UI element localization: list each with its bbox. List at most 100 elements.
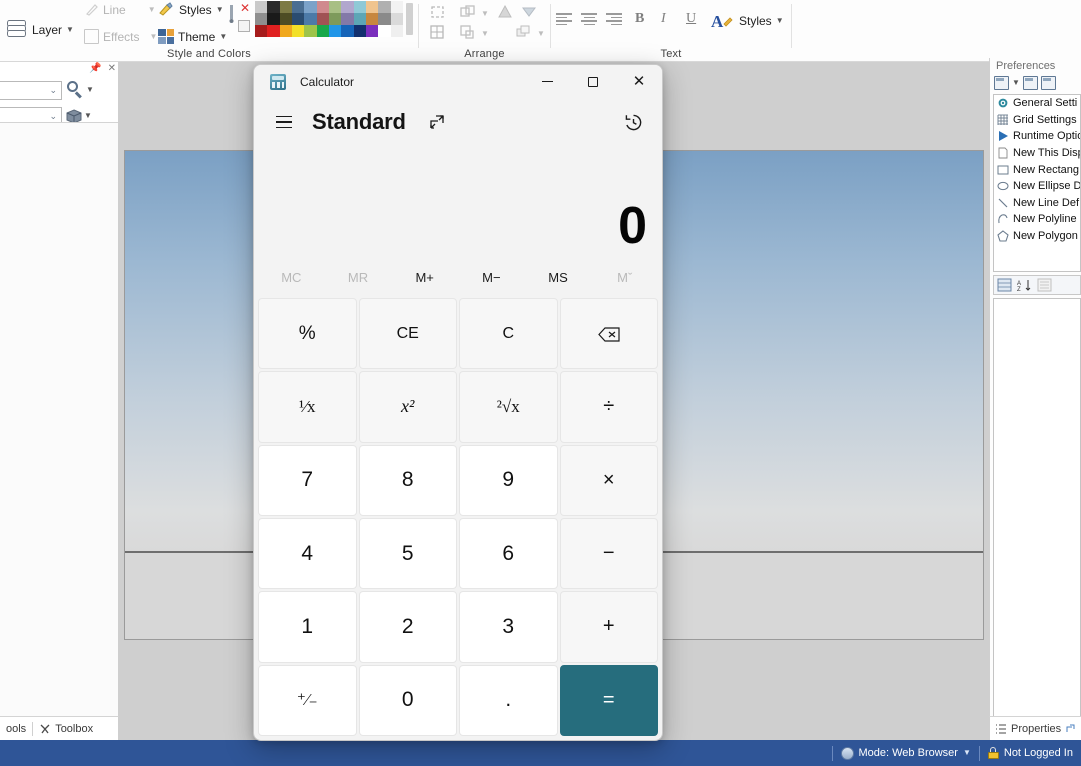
multiply-button[interactable]: × <box>559 444 658 516</box>
palette-swatch[interactable] <box>378 13 391 25</box>
five-button[interactable]: 5 <box>358 518 457 590</box>
no-color-icon[interactable]: ✕ <box>238 2 252 16</box>
palette-swatch[interactable] <box>328 25 342 37</box>
two-button[interactable]: 2 <box>358 591 457 663</box>
align-left-icon[interactable] <box>556 13 572 26</box>
palette-swatch[interactable] <box>255 25 268 37</box>
tab-toolbox[interactable]: Toolbox <box>33 717 99 740</box>
order-layers-icon[interactable] <box>515 24 532 40</box>
keep-on-top-icon[interactable] <box>424 109 450 135</box>
rotate-icon[interactable] <box>521 4 538 20</box>
palette-swatch[interactable] <box>304 25 317 37</box>
four-button[interactable]: 4 <box>258 518 357 590</box>
minimize-button[interactable] <box>524 65 570 98</box>
grid-align-icon[interactable] <box>429 24 446 40</box>
open-preference-icon[interactable] <box>1022 76 1038 90</box>
list-item[interactable]: New Line Def <box>994 195 1080 212</box>
one-button[interactable]: 1 <box>258 591 357 663</box>
palette-swatch[interactable] <box>353 13 366 25</box>
save-preference-icon[interactable] <box>1040 76 1056 90</box>
chevron-down-icon[interactable]: ▼ <box>776 17 784 25</box>
equals-button[interactable]: = <box>559 664 658 736</box>
status-login[interactable]: Not Logged In <box>987 747 1073 759</box>
properties-tab[interactable]: Properties <box>989 716 1081 740</box>
italic-button[interactable]: I <box>661 11 666 27</box>
color-tools[interactable]: ✕ <box>226 1 254 37</box>
history-clock-icon[interactable] <box>618 107 648 137</box>
list-item[interactable]: Runtime Optio <box>994 128 1080 145</box>
palette-swatch[interactable] <box>365 25 379 37</box>
list-item[interactable]: New Polyline <box>994 211 1080 228</box>
square-root-button[interactable]: ²√x <box>459 371 558 443</box>
divide-button[interactable]: ÷ <box>559 371 658 443</box>
search-combo-input[interactable]: ⌄ <box>0 80 62 100</box>
palette-swatch[interactable] <box>255 1 268 13</box>
palette-swatch[interactable] <box>279 1 292 13</box>
palette-swatch[interactable] <box>341 25 354 37</box>
eyedropper-icon[interactable] <box>227 3 236 25</box>
palette-swatch[interactable] <box>328 13 342 25</box>
percent-button[interactable]: % <box>258 298 357 370</box>
square-button[interactable]: x² <box>358 371 457 443</box>
palette-swatch[interactable] <box>390 1 403 13</box>
palette-swatch[interactable] <box>328 1 342 13</box>
memory-subtract-button[interactable]: M− <box>458 262 525 292</box>
status-mode[interactable]: Mode: Web Browser ▼ <box>840 746 971 760</box>
union-shapes-icon[interactable] <box>459 24 476 40</box>
bold-button[interactable]: B <box>635 11 644 27</box>
zero-button[interactable]: 0 <box>358 664 457 736</box>
palette-swatch[interactable] <box>279 13 292 25</box>
list-item[interactable]: New Ellipse D <box>994 178 1080 195</box>
three-button[interactable]: 3 <box>459 591 558 663</box>
category-view-icon[interactable] <box>997 278 1012 292</box>
palette-swatch[interactable] <box>316 13 329 25</box>
color-palette[interactable] <box>255 1 403 37</box>
new-preference-icon[interactable] <box>994 76 1009 90</box>
palette-swatch[interactable] <box>267 13 280 25</box>
ribbon-item-layer[interactable]: Layer ▼ <box>6 20 74 40</box>
palette-swatch[interactable] <box>378 1 391 13</box>
chevron-down-icon[interactable]: ⌄ <box>49 111 57 122</box>
chevron-down-icon[interactable]: ▼ <box>84 112 92 120</box>
palette-swatch[interactable] <box>341 1 354 13</box>
close-button[interactable]: ✕ <box>616 65 662 98</box>
calculator-titlebar[interactable]: Calculator ✕ <box>254 65 662 98</box>
search-button[interactable]: ▼ <box>66 81 94 99</box>
chevron-down-icon[interactable]: ▼ <box>216 5 224 14</box>
clear-button[interactable]: C <box>459 298 558 370</box>
nine-button[interactable]: 9 <box>459 444 558 516</box>
negate-button[interactable]: ⁺⁄₋ <box>258 664 357 736</box>
maximize-button[interactable] <box>570 65 616 98</box>
list-item[interactable]: New Polygon <box>994 228 1080 245</box>
palette-swatch[interactable] <box>304 1 317 13</box>
ribbon-item-theme[interactable]: Theme ▼ <box>158 29 227 44</box>
color-box-icon[interactable] <box>238 20 250 32</box>
six-button[interactable]: 6 <box>459 518 558 590</box>
palette-swatch[interactable] <box>378 25 391 37</box>
chevron-down-icon[interactable]: ▼ <box>66 26 74 34</box>
backspace-button[interactable] <box>559 298 658 370</box>
list-view-icon[interactable] <box>1037 278 1052 292</box>
palette-swatch[interactable] <box>291 1 305 13</box>
palette-swatch[interactable] <box>341 13 354 25</box>
undock-icon[interactable] <box>1065 723 1076 734</box>
alphabetical-sort-icon[interactable]: AZ <box>1017 278 1032 293</box>
memory-add-button[interactable]: M+ <box>391 262 458 292</box>
palette-swatch[interactable] <box>279 25 292 37</box>
palette-swatch[interactable] <box>390 25 403 37</box>
group-icon[interactable] <box>429 4 446 20</box>
eight-button[interactable]: 8 <box>358 444 457 516</box>
flip-icon[interactable] <box>497 4 514 20</box>
pin-icon[interactable]: 📌 <box>89 64 101 74</box>
list-item[interactable]: General Setti <box>994 95 1080 112</box>
calculator-window[interactable]: Calculator ✕ Standard 0 MC MR M+ M− MS M… <box>253 64 663 741</box>
list-item[interactable]: Grid Settings <box>994 112 1080 129</box>
seven-button[interactable]: 7 <box>258 444 357 516</box>
palette-swatch[interactable] <box>255 13 268 25</box>
chevron-down-icon[interactable]: ▼ <box>963 749 971 757</box>
list-item[interactable]: New Rectang <box>994 161 1080 178</box>
preferences-list[interactable]: General Setti Grid Settings Runtime Opti… <box>993 94 1081 272</box>
palette-swatch[interactable] <box>353 1 366 13</box>
reciprocal-button[interactable]: ¹⁄x <box>258 371 357 443</box>
align-objects-icon[interactable] <box>459 4 476 20</box>
